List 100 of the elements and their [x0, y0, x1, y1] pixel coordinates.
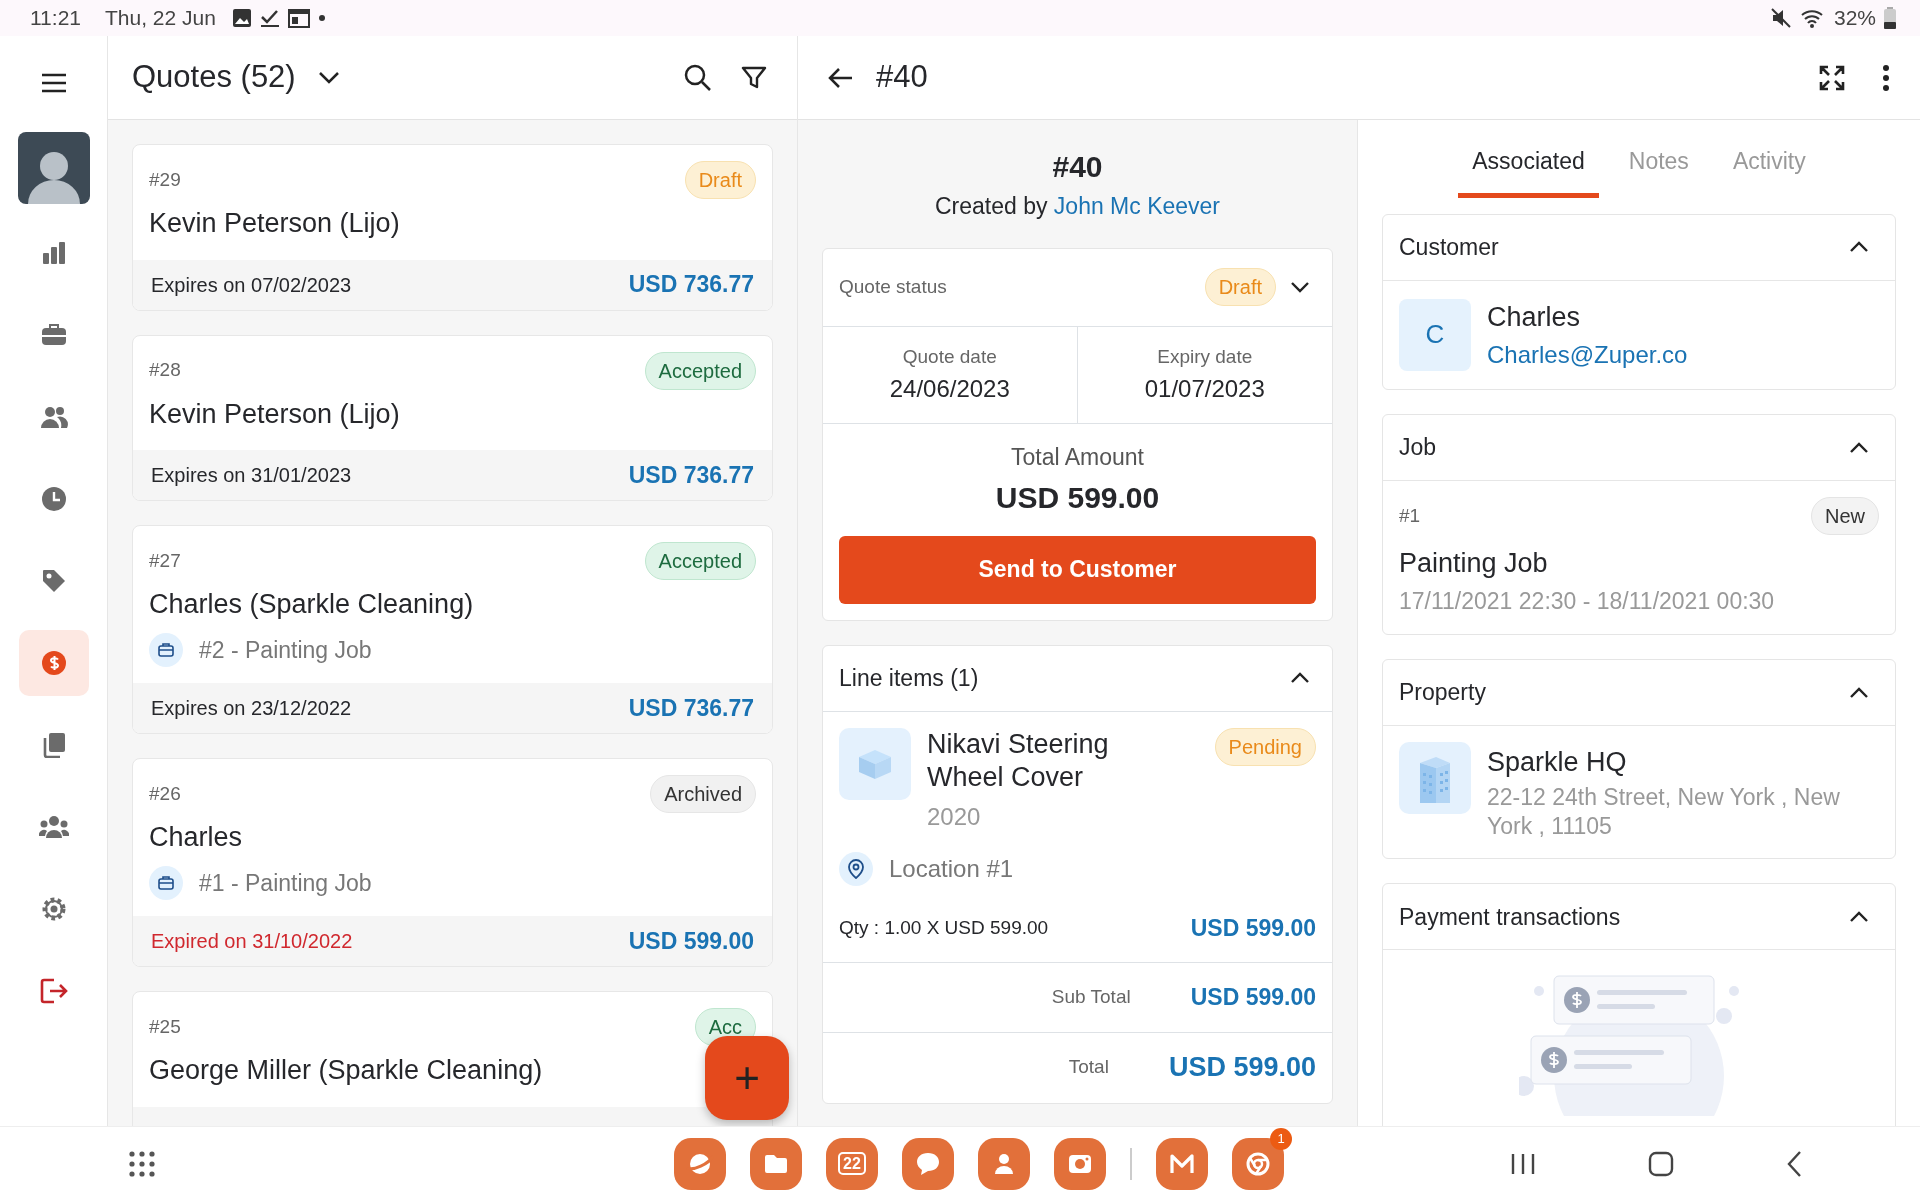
people-icon	[39, 405, 68, 429]
product-cube-icon	[839, 727, 911, 800]
mail-m-app-button[interactable]	[1156, 1137, 1208, 1190]
image-notification-icon	[231, 8, 252, 28]
location-pin-icon	[839, 852, 873, 886]
customer-email[interactable]: Charles@Zuper.co	[1487, 337, 1688, 373]
subtotal-label: Sub Total	[1051, 984, 1131, 1009]
quote-number: #25	[149, 1014, 181, 1039]
send-to-customer-button[interactable]: Send to Customer	[839, 535, 1316, 604]
briefcase-icon	[40, 323, 67, 347]
camera-app-button[interactable]	[1054, 1137, 1106, 1190]
expand-icon	[1818, 63, 1846, 92]
customer-name: Charles	[149, 822, 243, 852]
tab[interactable]: Activity	[1718, 136, 1820, 198]
quote-card[interactable]: #26 Archived Charles #1 - Painting Job Expired on 31/10/2022 USD 599.00	[132, 758, 773, 967]
expiry-date: Expires on 23/12/2022	[151, 696, 352, 721]
tab[interactable]: Associated	[1458, 136, 1599, 198]
logout-icon	[39, 978, 68, 1004]
job-icon	[149, 632, 183, 667]
job-number: #1	[1399, 503, 1421, 528]
customer-initial-avatar: C	[1399, 298, 1471, 371]
job-icon	[149, 865, 183, 900]
quote-amount: USD 736.77	[628, 270, 754, 300]
add-button[interactable]: +	[705, 1036, 789, 1120]
dollar-icon	[40, 650, 67, 676]
status-date: Thu, 22 Jun	[105, 5, 216, 32]
section-title: Property	[1399, 678, 1486, 708]
battery-icon	[1884, 7, 1896, 29]
avatar[interactable]	[17, 132, 90, 204]
status-badge: Draft	[1204, 268, 1276, 306]
tag-icon	[40, 568, 67, 594]
check-notification-icon	[259, 8, 280, 28]
chevron-up-icon	[1290, 672, 1310, 684]
planet-app-button[interactable]	[674, 1137, 726, 1190]
item-amount: USD 599.00	[1190, 914, 1316, 943]
home-square-icon	[1648, 1150, 1674, 1177]
more-vertical-icon	[1882, 64, 1890, 91]
chevron-up-icon	[1849, 910, 1869, 923]
quote-number: #27	[149, 548, 181, 573]
job-schedule: 17/11/2021 22:30 - 18/11/2021 00:30	[1399, 586, 1776, 616]
clock-icon	[40, 486, 67, 512]
person-app-button[interactable]	[978, 1137, 1030, 1190]
menu-icon	[39, 72, 68, 94]
mute-icon	[1769, 7, 1792, 29]
tab[interactable]: Notes	[1614, 136, 1703, 198]
customer-name: Charles	[1487, 300, 1582, 334]
item-location: Location #1	[889, 854, 1014, 884]
quote-number: #28	[149, 358, 181, 383]
status-badge: Archived	[650, 775, 756, 813]
quote-card[interactable]: #27 Accepted Charles (Sparkle Cleaning) #2 - Painting Job Expires on 23/12/2022 USD 736.77	[132, 525, 773, 734]
chat-bubble-app-button[interactable]	[902, 1137, 954, 1190]
detail-title: #40	[876, 58, 928, 97]
chevron-left-icon	[1786, 1149, 1802, 1178]
section-title: Job	[1399, 433, 1437, 463]
battery-percentage: 32%	[1833, 5, 1876, 32]
field-label: Quote status	[839, 274, 947, 299]
date-value: 01/07/2023	[1143, 374, 1266, 404]
documents-icon	[41, 732, 66, 758]
quote-card[interactable]: #29 Draft Kevin Peterson (Lijo) Expires on 07/02/2023 USD 736.77	[132, 144, 773, 311]
creator-link[interactable]: John Mc Keever	[1053, 193, 1221, 219]
status-time: 11:21	[30, 5, 81, 32]
item-year: 2020	[927, 802, 982, 832]
quote-heading: #40	[1051, 149, 1104, 185]
nav-item[interactable]	[18, 630, 89, 696]
customer-name: Kevin Peterson (Lijo)	[149, 398, 400, 429]
notification-count: 1	[1270, 1127, 1292, 1150]
customer-name: Charles (Sparkle Cleaning)	[149, 589, 474, 619]
chevron-down-icon	[317, 70, 340, 85]
list-title: Quotes (52)	[132, 58, 296, 97]
section-title: Customer	[1399, 232, 1499, 262]
property-address: 22-12 24th Street, New York , New York , 11105	[1487, 782, 1841, 842]
customer-name: Kevin Peterson (Lijo)	[149, 208, 400, 238]
building-icon	[1399, 742, 1471, 814]
folder-app-button[interactable]	[750, 1137, 802, 1190]
item-name: Nikavi Steering Wheel Cover	[927, 727, 1110, 795]
grand-total-amount: USD 599.00	[1168, 1051, 1316, 1085]
job-link: #2 - Painting Job	[199, 635, 372, 665]
team-icon	[38, 815, 69, 839]
quote-amount: USD 599.00	[628, 926, 754, 956]
job-name: Painting Job	[1399, 547, 1549, 580]
calendar-notification-icon	[287, 8, 310, 28]
chevron-up-icon	[1849, 441, 1869, 454]
grid-dots-icon	[128, 1149, 156, 1178]
quote-card[interactable]: #28 Accepted Kevin Peterson (Lijo) Expires on 31/01/2023 USD 736.77	[132, 334, 773, 501]
customer-name: George Miller (Sparkle Cleaning)	[149, 1055, 543, 1085]
expiry-date: Expires on 07/02/2023	[151, 272, 352, 298]
total-label: Total	[1068, 1055, 1109, 1080]
expiry-date: Expires on 31/01/2023	[151, 463, 352, 488]
job-link: #1 - Painting Job	[199, 868, 372, 898]
property-name: Sparkle HQ	[1487, 746, 1628, 779]
created-by-text: Created by John Mc Keever	[933, 192, 1222, 221]
more-notifications-icon	[317, 14, 326, 22]
chevron-up-icon	[1849, 686, 1869, 699]
app-icon[interactable]: 22	[826, 1137, 878, 1190]
subtotal-amount: USD 599.00	[1190, 982, 1316, 1012]
filter-icon	[741, 64, 767, 91]
chevron-up-icon	[1849, 241, 1869, 253]
search-icon	[683, 62, 713, 93]
section-title: Line items (1)	[839, 663, 979, 693]
status-badge: Draft	[684, 161, 756, 199]
